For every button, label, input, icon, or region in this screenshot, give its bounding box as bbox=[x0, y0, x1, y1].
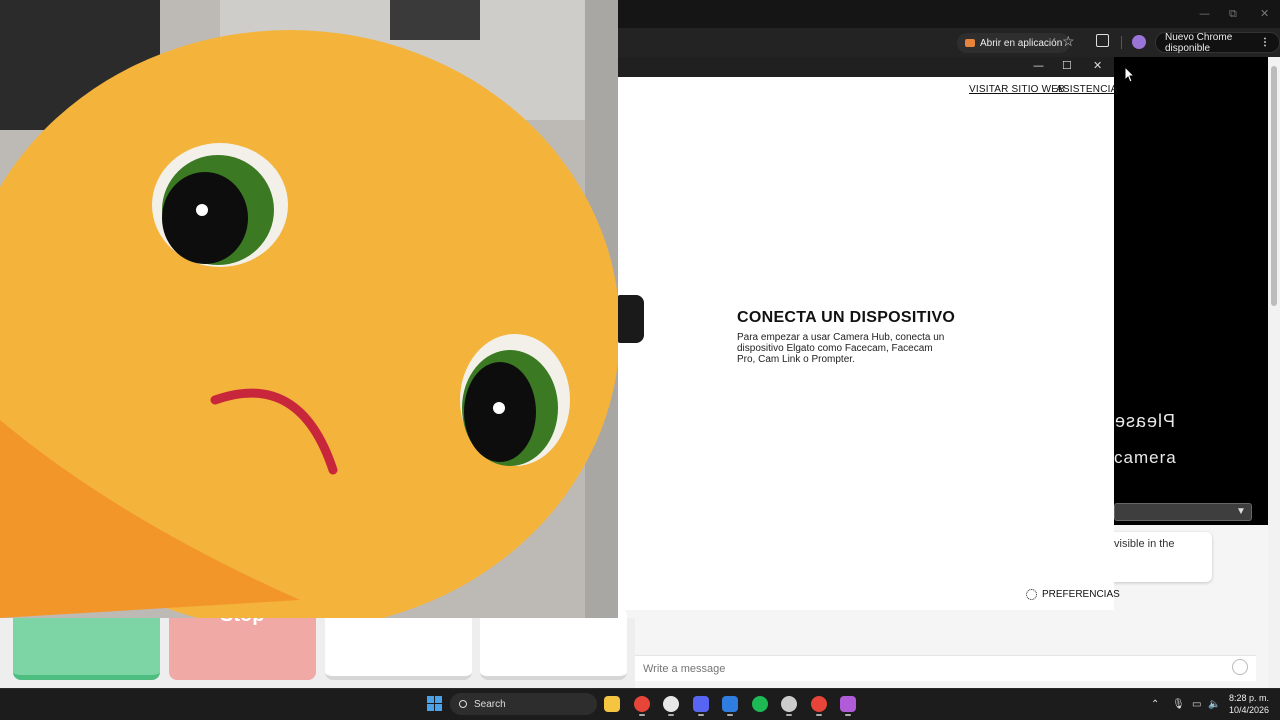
chrome-profile-icon[interactable] bbox=[810, 696, 827, 712]
clock-date: 10/4/2026 bbox=[1228, 705, 1269, 715]
message-card-text: visible in the bbox=[1114, 538, 1175, 550]
connect-device-title: CONECTA UN DISPOSITIVO bbox=[737, 309, 956, 326]
preferences-button[interactable]: PREFERENCIAS bbox=[1026, 589, 1120, 600]
start-tile-button[interactable] bbox=[13, 608, 160, 680]
webcam-device-icon bbox=[618, 295, 644, 343]
chrome-update-label: Nuevo Chrome disponible bbox=[1165, 31, 1233, 54]
tile-button[interactable] bbox=[480, 608, 627, 680]
app-maximize-button[interactable]: ☐ bbox=[1062, 59, 1072, 72]
microphone-icon[interactable]: 🎙 bbox=[1172, 699, 1185, 710]
network-icon[interactable]: ▭ bbox=[1192, 699, 1201, 710]
chrome-update-button[interactable]: Nuevo Chrome disponible ⋮ bbox=[1155, 31, 1280, 54]
tile-button[interactable] bbox=[325, 608, 472, 680]
file-explorer-icon[interactable] bbox=[604, 696, 620, 712]
running-indicator bbox=[786, 714, 792, 716]
chrome-restore-button[interactable]: ⧉ bbox=[1229, 7, 1237, 21]
visit-website-link[interactable]: VISITAR SITIO WEB bbox=[969, 84, 1065, 95]
chevron-down-icon: ▼ bbox=[1236, 506, 1246, 517]
taskbar-search[interactable]: Search bbox=[450, 693, 597, 715]
connect-device-description: Para empezar a usar Camera Hub, conecta … bbox=[737, 332, 945, 365]
bookmark-star-icon[interactable]: ☆ bbox=[1062, 33, 1075, 50]
app-close-button[interactable]: ✕ bbox=[1093, 59, 1102, 72]
app-badge-icon[interactable] bbox=[781, 696, 797, 712]
extensions-icon[interactable] bbox=[1096, 34, 1109, 47]
running-indicator bbox=[727, 714, 733, 716]
camera-text-line: camera bbox=[1114, 448, 1177, 467]
preferences-label: PREFERENCIAS bbox=[1042, 589, 1120, 600]
chatgpt-icon[interactable] bbox=[663, 696, 679, 712]
gear-icon bbox=[1026, 589, 1037, 600]
camera-select-dropdown[interactable] bbox=[1114, 503, 1252, 521]
search-icon bbox=[459, 700, 467, 708]
running-indicator bbox=[815, 714, 822, 716]
scrollbar-thumb[interactable] bbox=[1271, 66, 1277, 306]
running-indicator bbox=[638, 714, 645, 716]
emoji-icon[interactable] bbox=[1232, 659, 1248, 675]
camera-hub-icon[interactable] bbox=[840, 696, 856, 712]
show-hidden-icons-chevron-icon[interactable]: ⌃ bbox=[1151, 699, 1159, 710]
mouse-cursor-icon bbox=[1125, 67, 1135, 83]
volume-icon[interactable]: 🔈 bbox=[1208, 699, 1220, 710]
running-indicator bbox=[845, 714, 851, 716]
open-in-app-button[interactable]: Abrir en aplicación bbox=[957, 33, 1071, 53]
running-indicator bbox=[697, 714, 704, 716]
message-input[interactable] bbox=[643, 661, 1203, 677]
open-in-app-label: Abrir en aplicación bbox=[980, 37, 1063, 49]
search-label: Search bbox=[474, 698, 506, 710]
clock-time: 8:28 p. m. bbox=[1228, 693, 1269, 703]
app-minimize-button[interactable]: — bbox=[1033, 59, 1044, 72]
more-menu-icon: ⋮ bbox=[1260, 37, 1270, 48]
toolbar-divider bbox=[1121, 36, 1122, 49]
spotify-icon[interactable] bbox=[751, 696, 768, 712]
chrome-minimize-button[interactable]: — bbox=[1199, 7, 1210, 20]
chrome-icon[interactable] bbox=[633, 696, 650, 712]
profile-avatar-icon[interactable] bbox=[1132, 35, 1146, 49]
system-clock[interactable]: 8:28 p. m. 10/4/2026 bbox=[1225, 692, 1269, 716]
plush-toy-image bbox=[0, 0, 618, 618]
windows-start-icon[interactable] bbox=[427, 696, 442, 711]
app-icon bbox=[965, 39, 975, 47]
chrome-close-button[interactable]: ✕ bbox=[1260, 7, 1269, 20]
discord-icon[interactable] bbox=[692, 696, 709, 712]
webcam-feed bbox=[0, 0, 618, 618]
support-link[interactable]: ASISTENCIA bbox=[1056, 84, 1117, 95]
running-indicator bbox=[668, 714, 674, 716]
mirrored-text-line: Please bbox=[1114, 411, 1176, 431]
edge-app-icon[interactable] bbox=[722, 696, 738, 712]
